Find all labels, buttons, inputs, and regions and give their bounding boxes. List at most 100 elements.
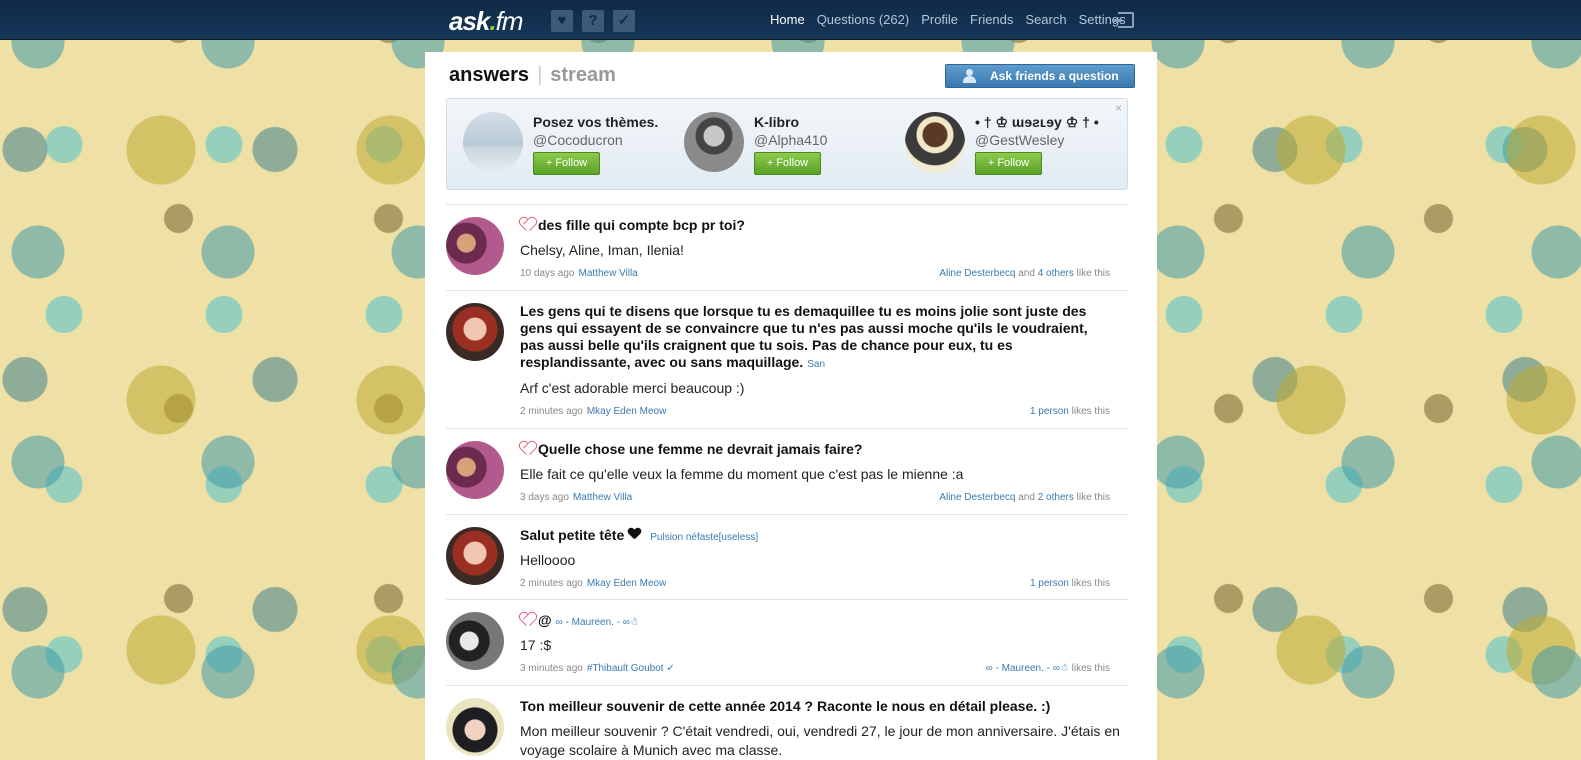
feed-item: Les gens qui te disens que lorsque tu es… [446,290,1128,428]
check-icon[interactable]: ✓ [613,10,635,32]
suggestion-name[interactable]: Posez vos thèmes. [533,114,658,130]
top-bar: ask.fm ♥ ? ✓ Home Questions (262) Profil… [0,0,1581,40]
heart-icon[interactable]: ♥ [551,10,573,32]
likes-info: 1 person likes this [1030,578,1110,589]
answer-time[interactable]: 3 days ago [520,492,569,503]
nav-profile[interactable]: Profile [921,12,958,27]
suggestion-handle: @Alpha410 [754,132,828,148]
question-icon[interactable]: ? [582,10,604,32]
avatar[interactable] [446,612,504,670]
question-text: Ton meilleur souvenir de cette année 201… [520,698,1050,715]
answer-text: 17 :$ [520,637,552,653]
avatar[interactable] [446,527,504,585]
likes-suffix: like this [1076,268,1110,279]
question-label: Salut petite tête [520,527,625,543]
question-text: @ ∞ - Maureen. - ∞☃ [520,612,639,631]
answer-time[interactable]: 2 minutes ago [520,578,583,589]
answer-author[interactable]: #Thibault Goubot ✓ [587,663,675,674]
answer-text: Arf c'est adorable merci beaucoup :) [520,380,745,396]
follow-button[interactable]: + Follow [533,152,600,175]
liker-name[interactable]: Aline Desterbecq [939,268,1015,279]
nav-questions[interactable]: Questions (262) [817,12,910,27]
logo-text: ask [449,6,490,36]
logo-suffix: fm [495,6,524,36]
follow-button[interactable]: + Follow [754,152,821,175]
liker-name[interactable]: Aline Desterbecq [939,492,1015,503]
suggestion-card: K-libro @Alpha410 + Follow [684,112,894,178]
answer-author[interactable]: Matthew Villa [573,492,632,503]
likes-suffix: like this [1076,492,1110,503]
header-tabs: answers | stream [449,64,616,87]
ask-friends-label: Ask friends a question [990,69,1119,83]
answer-author[interactable]: Mkay Eden Meow [587,406,666,417]
question-label: des fille qui compte bcp pr toi? [538,217,745,233]
feed-item: des fille qui compte bcp pr toi? Chelsy,… [446,204,1128,290]
avatar[interactable] [446,441,504,499]
question-label: @ [538,612,552,628]
answer-author[interactable]: Mkay Eden Meow [587,578,666,589]
suggestion-handle: @Cocoducron [533,132,623,148]
likes-count[interactable]: 4 others [1038,268,1074,279]
nav-search[interactable]: Search [1025,12,1066,27]
tab-answers[interactable]: answers [449,64,529,86]
question-text: Quelle chose une femme ne devrait jamais… [520,441,862,458]
heart-icon[interactable] [520,218,534,231]
answer-text: Helloooo [520,552,576,568]
answer-text: Elle fait ce qu'elle veux la femme du mo… [520,466,964,482]
likes-info: Aline Desterbecq and 4 others like this [939,268,1110,279]
question-label: Les gens qui te disens que lorsque tu es… [520,303,1088,370]
asker-name[interactable]: Pulsion néfaste[useless] [650,532,758,543]
feed-item: Ton meilleur souvenir de cette année 201… [446,685,1128,760]
likes-count[interactable]: 1 person [1030,578,1069,589]
nav-home[interactable]: Home [770,12,805,27]
askfm-logo[interactable]: ask.fm [449,6,524,37]
likes-count[interactable]: 1 person [1030,406,1069,417]
likes-count[interactable]: ∞ - Maureen. - ∞☃ [986,663,1069,674]
asker-name[interactable]: San [807,359,825,370]
heart-icon[interactable] [520,442,534,455]
nav-friends[interactable]: Friends [970,12,1013,27]
answer-author[interactable]: Matthew Villa [579,268,638,279]
answer-meta: 3 days ago Matthew Villa [520,492,632,503]
answer-time[interactable]: 3 minutes ago [520,663,583,674]
likes-and: and [1018,268,1035,279]
answer-time[interactable]: 10 days ago [520,268,575,279]
likes-info: ∞ - Maureen. - ∞☃ likes this [986,663,1110,674]
avatar[interactable] [446,303,504,361]
friends-icon [962,69,980,83]
main-panel: answers | stream Ask friends a question × … [425,52,1157,760]
likes-and: and [1018,492,1035,503]
follow-suggestions: × Posez vos thèmes. @Cocoducron + Follow… [446,98,1128,190]
avatar[interactable] [446,698,504,756]
answer-meta: 2 minutes ago Mkay Eden Meow [520,406,666,417]
top-icons: ♥ ? ✓ [551,10,635,32]
asker-name[interactable]: ∞ - Maureen. - ∞☃ [556,617,639,628]
avatar[interactable] [446,217,504,275]
question-label: Quelle chose une femme ne devrait jamais… [538,441,863,457]
likes-count[interactable]: 2 others [1038,492,1074,503]
likes-info: 1 person likes this [1030,406,1110,417]
avatar[interactable] [463,112,523,172]
answer-time[interactable]: 2 minutes ago [520,406,583,417]
close-icon[interactable]: × [1115,101,1122,115]
ask-friends-button[interactable]: Ask friends a question [945,64,1135,88]
follow-button[interactable]: + Follow [975,152,1042,175]
suggestion-name[interactable]: K-libro [754,114,799,130]
question-text: Les gens qui te disens que lorsque tu es… [520,303,1090,373]
answer-text: Mon meilleur souvenir ? C'était vendredi… [520,723,1120,758]
heart-icon[interactable] [520,613,534,626]
heart-icon [628,528,642,541]
suggestion-name[interactable]: • † ♔ ɯɘƨʟɘy ♔ † • [975,114,1099,131]
logout-icon[interactable] [1112,12,1134,28]
likes-suffix: likes this [1071,578,1110,589]
question-text: des fille qui compte bcp pr toi? [520,217,745,234]
suggestion-handle: @GestWesley [975,132,1065,148]
avatar[interactable] [684,112,744,172]
question-text: Salut petite tête Pulsion néfaste[useless… [520,527,758,546]
answer-meta: 10 days ago Matthew Villa [520,268,638,279]
tab-stream[interactable]: stream [550,64,616,86]
feed-item: Quelle chose une femme ne devrait jamais… [446,428,1128,514]
answer-meta: 2 minutes ago Mkay Eden Meow [520,578,666,589]
avatar[interactable] [905,112,965,172]
question-label: Ton meilleur souvenir de cette année 201… [520,698,1051,714]
